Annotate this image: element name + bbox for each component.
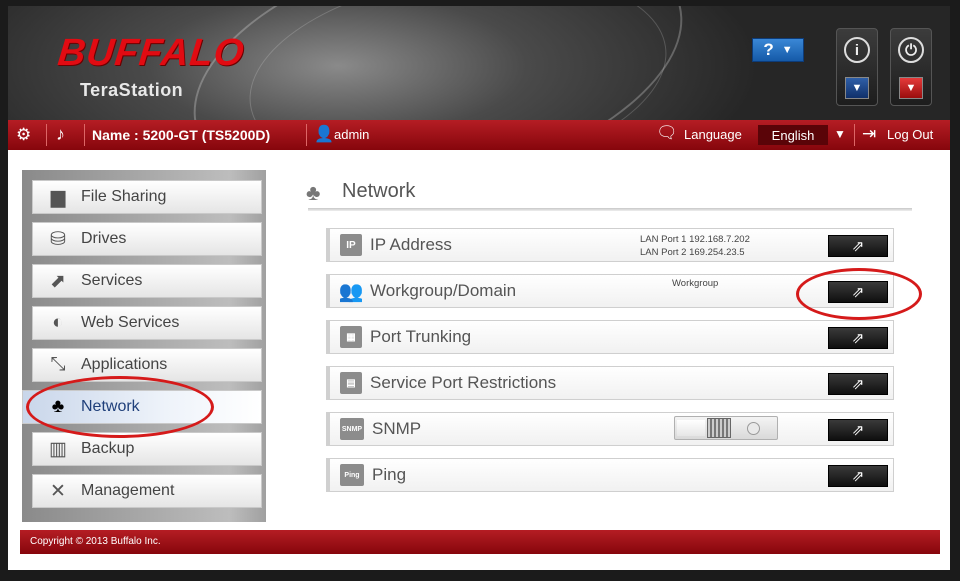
open-settings-button[interactable]: ⇗	[828, 373, 888, 395]
sidebar-item-services[interactable]: ⬈ Services	[32, 264, 262, 298]
management-icon: ✕	[50, 480, 66, 502]
snmp-icon: SNMP	[340, 418, 364, 440]
logout-icon[interactable]: ⇥	[862, 124, 876, 144]
row-workgroup-domain: 👥 Workgroup/Domain Workgroup ⇗	[326, 274, 894, 308]
row-info-line: Workgroup	[672, 278, 719, 289]
language-select[interactable]: English	[758, 125, 828, 145]
row-ip-address: IP IP Address LAN Port 1 192.168.7.202 LAN …	[326, 228, 894, 262]
open-settings-button[interactable]: ⇗	[828, 419, 888, 441]
gear-icon[interactable]: ⚙	[16, 125, 31, 145]
row-label: Workgroup/Domain	[370, 281, 517, 300]
sidebar-item-label: Web Services	[81, 314, 180, 331]
sidebar-item-label: Applications	[81, 356, 168, 373]
help-button[interactable]: ? ▼	[752, 38, 804, 62]
divider	[306, 124, 307, 146]
sidebar-item-label: Management	[81, 482, 175, 499]
folder-icon: ▆	[50, 186, 66, 208]
ip-icon: IP	[340, 234, 362, 256]
sidebar-item-network[interactable]: ♣ Network	[22, 390, 262, 424]
network-icon: ♣	[306, 180, 321, 205]
device-name: Name : 5200-GT (TS5200D)	[92, 127, 271, 143]
divider	[46, 124, 47, 146]
sidebar-item-drives[interactable]: ⛁ Drives	[32, 222, 262, 256]
chevron-down-icon[interactable]: ▼	[834, 127, 846, 141]
ping-icon: Ping	[340, 464, 364, 486]
language-icon: 🗨	[656, 123, 678, 142]
user-name: admin	[334, 127, 370, 142]
backup-icon: ▥	[49, 438, 67, 460]
content-area: ▆ File Sharing ⛁ Drives ⬈ Services ◐ Web Servic…	[8, 150, 950, 570]
row-info: LAN Port 1 192.168.7.202 LAN Port 2 169.2…	[640, 233, 750, 259]
row-label: Port Trunking	[370, 327, 472, 346]
footer: Copyright © 2013 Buffalo Inc.	[20, 530, 940, 554]
row-info-line: LAN Port 1 192.168.7.202	[640, 234, 750, 245]
row-info: Workgroup	[672, 277, 718, 290]
divider	[84, 124, 85, 146]
sidebar-item-backup[interactable]: ▥ Backup	[32, 432, 262, 466]
header: BUFFALO TeraStation ? ▼ i ▼ ⏻ ▼	[8, 6, 950, 120]
chevron-down-icon: ▼	[781, 44, 793, 56]
power-dropdown-button[interactable]: ▼	[899, 77, 923, 99]
info-icon[interactable]: i	[844, 37, 870, 63]
external-link-icon: ⇗	[851, 468, 865, 485]
sidebar-item-label: Services	[81, 272, 143, 289]
drive-icon: ⛁	[50, 228, 66, 250]
external-link-icon: ⇗	[851, 422, 865, 439]
open-settings-button[interactable]: ⇗	[828, 465, 888, 487]
toggle-indicator	[747, 422, 760, 435]
brand-logo: BUFFALO	[55, 32, 247, 74]
web-services-icon: ◐	[52, 312, 64, 333]
external-link-icon: ⇗	[851, 330, 865, 347]
top-bar: ⚙ ♪ Name : 5200-GT (TS5200D) 👤 admin 🗨 L…	[8, 120, 950, 150]
sidebar-item-label: Network	[81, 398, 140, 415]
sidebar: ▆ File Sharing ⛁ Drives ⬈ Services ◐ Web Servic…	[22, 170, 266, 522]
power-panel: ⏻ ▼	[890, 28, 932, 106]
toggle-knob[interactable]	[707, 418, 731, 438]
power-icon[interactable]: ⏻	[898, 37, 924, 63]
sidebar-item-label: Backup	[81, 440, 135, 457]
row-port-trunking: ▦ Port Trunking ⇗	[326, 320, 894, 354]
help-icon: ?	[763, 40, 774, 59]
open-settings-button[interactable]: ⇗	[828, 235, 888, 257]
port-trunking-icon: ▦	[340, 326, 362, 348]
sidebar-item-applications[interactable]: ⤡ Applications	[32, 348, 262, 382]
applications-icon: ⤡	[50, 354, 66, 375]
open-settings-button[interactable]: ⇗	[828, 281, 888, 303]
row-label: SNMP	[372, 419, 422, 438]
snmp-toggle[interactable]	[674, 416, 778, 440]
sidebar-item-label: File Sharing	[81, 188, 167, 205]
title-divider	[308, 208, 912, 211]
row-info-line: LAN Port 2 169.254.23.5	[640, 247, 745, 258]
logout-button[interactable]: Log Out	[887, 127, 933, 142]
sidebar-item-file-sharing[interactable]: ▆ File Sharing	[32, 180, 262, 214]
services-icon: ⬈	[50, 270, 66, 292]
language-label: Language	[684, 127, 742, 142]
row-snmp: SNMP SNMP ⇗	[326, 412, 894, 446]
row-label: Service Port Restrictions	[370, 373, 557, 392]
sidebar-item-label: Drives	[81, 230, 127, 247]
product-name: TeraStation	[80, 80, 184, 100]
user-icon: 👤	[314, 126, 334, 143]
page-title: Network	[342, 180, 416, 202]
music-icon[interactable]: ♪	[56, 124, 65, 145]
divider	[854, 124, 855, 146]
external-link-icon: ⇗	[851, 376, 865, 393]
info-panel: i ▼	[836, 28, 878, 106]
toggle-track	[677, 420, 705, 436]
copyright-text: Copyright © 2013 Buffalo Inc.	[30, 536, 161, 547]
service-port-icon: ▤	[340, 372, 362, 394]
sidebar-item-management[interactable]: ✕ Management	[32, 474, 262, 508]
external-link-icon: ⇗	[851, 284, 865, 301]
row-label: IP Address	[370, 235, 452, 254]
row-ping: Ping Ping ⇗	[326, 458, 894, 492]
open-settings-button[interactable]: ⇗	[828, 327, 888, 349]
row-service-port-restrictions: ▤ Service Port Restrictions ⇗	[326, 366, 894, 400]
network-icon: ♣	[51, 396, 65, 417]
info-dropdown-button[interactable]: ▼	[845, 77, 869, 99]
workgroup-icon: 👥	[338, 280, 364, 303]
sidebar-item-web-services[interactable]: ◐ Web Services	[32, 306, 262, 340]
external-link-icon: ⇗	[851, 238, 865, 255]
row-label: Ping	[372, 465, 407, 484]
